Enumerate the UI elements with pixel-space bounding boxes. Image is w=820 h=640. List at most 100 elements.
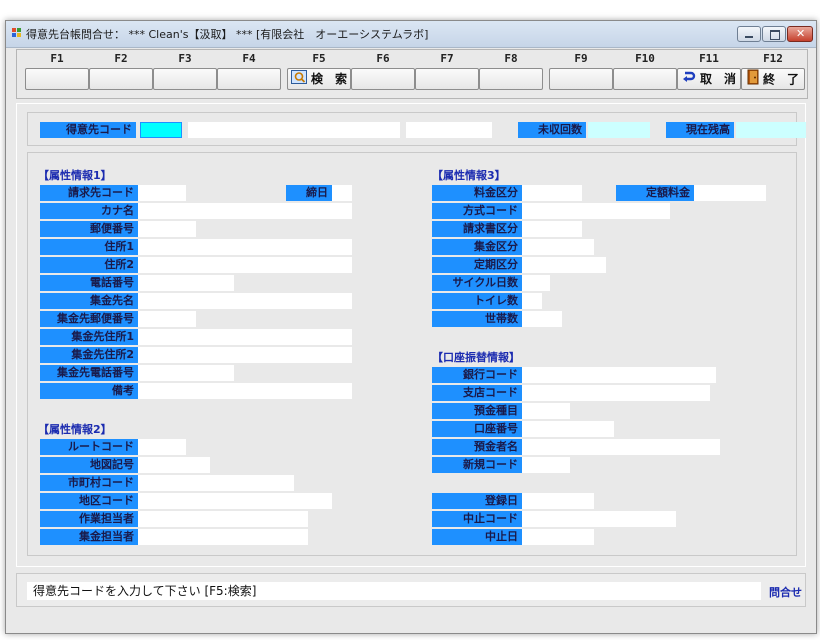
method-code-field — [522, 203, 670, 219]
attr3-title: 【属性情報3】 — [432, 169, 506, 182]
f9-button[interactable] — [549, 68, 613, 90]
f4-button[interactable] — [217, 68, 281, 90]
current-balance-label: 現在残高 — [666, 122, 734, 138]
route-code-field — [138, 439, 186, 455]
phone-label: 電話番号 — [40, 275, 138, 291]
new-code-field — [522, 457, 570, 473]
fixed-fee-label: 定額料金 — [616, 185, 694, 201]
customer-code-label: 得意先コード — [40, 122, 136, 138]
address2-field — [138, 257, 352, 273]
city-code-label: 市町村コード — [40, 475, 138, 491]
address2-label: 住所2 — [40, 257, 138, 273]
title-bar[interactable]: 得意先台帳問合せ： *** Clean's【汲取】 *** [有限会社 オーエー… — [6, 21, 816, 48]
closing-day-label: 締日 — [286, 185, 332, 201]
main-panel: 得意先コード 未収回数 現在残高 【属性情報1】 請求先コード 締日 カナ名 郵… — [16, 103, 806, 567]
new-code-label: 新規コード — [432, 457, 522, 473]
close-button[interactable] — [787, 26, 813, 42]
attr2-title: 【属性情報2】 — [38, 423, 112, 436]
staff-label: 作業担当者 — [40, 511, 138, 527]
collect-name-label: 集金先名 — [40, 293, 138, 309]
fkey-label: F6 — [376, 52, 390, 65]
fkey-label: F12 — [763, 52, 783, 65]
remarks-label: 備考 — [40, 383, 138, 399]
billing-code-field — [138, 185, 186, 201]
search-icon — [290, 69, 307, 90]
branch-code-field — [522, 385, 710, 401]
collector-field — [138, 529, 308, 545]
periodic-type-label: 定期区分 — [432, 257, 522, 273]
f6-button[interactable] — [351, 68, 415, 90]
collector-label: 集金担当者 — [40, 529, 138, 545]
current-balance-field — [736, 122, 806, 138]
registered-label: 登録日 — [432, 493, 522, 509]
fixed-fee-field — [694, 185, 766, 201]
fkey-label: F4 — [242, 52, 256, 65]
f10-button[interactable] — [613, 68, 677, 90]
account-no-label: 口座番号 — [432, 421, 522, 437]
stop-date-label: 中止日 — [432, 529, 522, 545]
route-code-label: ルートコード — [40, 439, 138, 455]
account-name-label: 預金者名 — [432, 439, 522, 455]
f3-button[interactable] — [153, 68, 217, 90]
mode-label: 問合せ — [769, 586, 802, 599]
kana-label: カナ名 — [40, 203, 138, 219]
collect-addr2-label: 集金先住所2 — [40, 347, 138, 363]
cycle-days-field — [522, 275, 550, 291]
undo-arrow-icon — [682, 70, 696, 90]
map-symbol-label: 地図記号 — [40, 457, 138, 473]
bank-title: 【口座振替情報】 — [432, 351, 520, 364]
fkey-label: F11 — [699, 52, 719, 65]
f1-button[interactable] — [25, 68, 89, 90]
periodic-type-field — [522, 257, 606, 273]
exit-button-label: 終 了 — [762, 72, 799, 87]
collect-phone-field — [138, 365, 234, 381]
minimize-button[interactable] — [737, 26, 761, 42]
city-code-field — [138, 475, 294, 491]
cycle-days-label: サイクル日数 — [432, 275, 522, 291]
app-icon — [12, 28, 22, 38]
f2-button[interactable] — [89, 68, 153, 90]
fkey-label: F9 — [574, 52, 588, 65]
cancel-button-label: 取 消 — [699, 72, 736, 86]
postal-label: 郵便番号 — [40, 221, 138, 237]
cancel-button[interactable]: 取 消 — [677, 68, 741, 90]
deposit-type-label: 預金種目 — [432, 403, 522, 419]
invoice-type-field — [522, 221, 582, 237]
collect-addr2-field — [138, 347, 352, 363]
customer-code-input[interactable] — [140, 122, 182, 138]
phone-field — [138, 275, 234, 291]
fee-type-label: 料金区分 — [432, 185, 522, 201]
search-button[interactable]: 検 索 — [287, 68, 351, 90]
exit-button[interactable]: 終 了 — [741, 68, 805, 90]
postal-field — [138, 221, 196, 237]
status-message: 得意先コードを入力して下さい [F5:検索] — [27, 582, 761, 600]
collect-addr1-label: 集金先住所1 — [40, 329, 138, 345]
detail-group: 【属性情報1】 請求先コード 締日 カナ名 郵便番号 住所1 住所2 電話番号 … — [27, 152, 797, 556]
stop-code-field — [522, 511, 676, 527]
f7-button[interactable] — [415, 68, 479, 90]
billing-code-label: 請求先コード — [40, 185, 138, 201]
stop-code-label: 中止コード — [432, 511, 522, 527]
fkey-label: F2 — [114, 52, 128, 65]
address1-label: 住所1 — [40, 239, 138, 255]
registered-field — [522, 493, 594, 509]
maximize-button[interactable] — [762, 26, 786, 42]
fkey-label: F7 — [440, 52, 454, 65]
collect-phone-label: 集金先電話番号 — [40, 365, 138, 381]
collect-postal-label: 集金先郵便番号 — [40, 311, 138, 327]
toilet-count-label: トイレ数 — [432, 293, 522, 309]
customer-name-field — [188, 122, 400, 138]
collect-postal-field — [138, 311, 196, 327]
bank-code-field — [522, 367, 716, 383]
fee-type-field — [522, 185, 582, 201]
household-count-field — [522, 311, 562, 327]
header-group: 得意先コード 未収回数 現在残高 — [27, 112, 806, 146]
window-title: 得意先台帳問合せ： *** Clean's【汲取】 *** [有限会社 オーエー… — [26, 28, 429, 41]
invoice-type-label: 請求書区分 — [432, 221, 522, 237]
district-code-field — [138, 493, 332, 509]
attr1-title: 【属性情報1】 — [38, 169, 112, 182]
f8-button[interactable] — [479, 68, 543, 90]
fkey-label: F8 — [504, 52, 518, 65]
bank-code-label: 銀行コード — [432, 367, 522, 383]
function-key-bar: F1 F2 F3 F4 F5 検 索 F6 F7 F8 F9 F10 F11 取… — [16, 49, 808, 99]
